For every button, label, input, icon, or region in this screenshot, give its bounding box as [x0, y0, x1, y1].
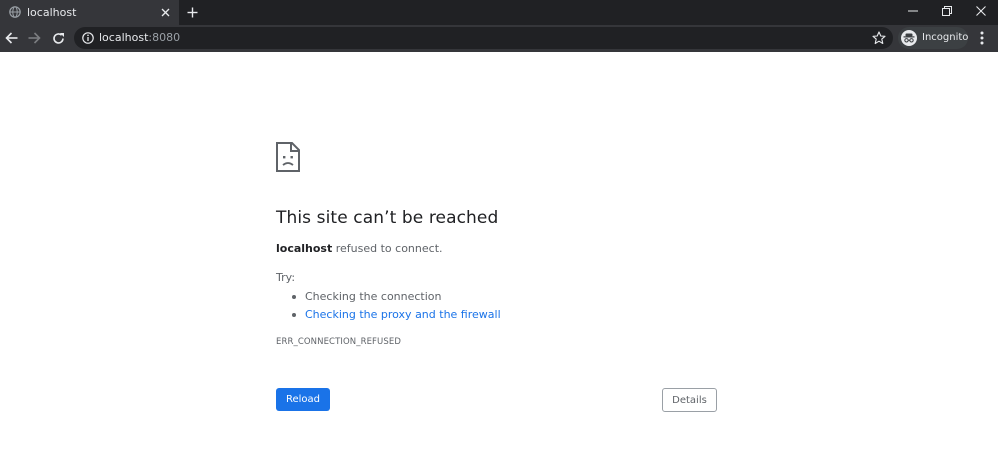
forward-button[interactable] — [23, 27, 45, 49]
suggestion-check-connection: Checking the connection — [292, 288, 501, 306]
suggestion-check-proxy-link[interactable]: Checking the proxy and the firewall — [292, 306, 501, 324]
url-port: :8080 — [148, 31, 181, 44]
plus-icon — [187, 7, 198, 18]
arrow-left-icon — [4, 32, 17, 44]
minimize-button[interactable] — [896, 0, 930, 22]
globe-icon — [9, 6, 21, 18]
tab-close-icon[interactable] — [159, 6, 171, 18]
sad-page-icon — [276, 142, 300, 172]
reload-button[interactable]: Reload — [276, 388, 330, 411]
details-button[interactable]: Details — [662, 388, 717, 412]
restore-button[interactable] — [930, 0, 964, 22]
new-tab-button[interactable] — [184, 4, 201, 21]
close-window-button[interactable] — [964, 0, 998, 22]
info-icon[interactable] — [82, 32, 94, 44]
tab-localhost[interactable]: localhost — [0, 0, 179, 25]
reload-page-button[interactable] — [47, 27, 69, 49]
star-icon[interactable] — [872, 31, 886, 45]
more-vert-icon — [980, 31, 984, 45]
error-title: This site can’t be reached — [276, 208, 499, 228]
incognito-icon — [901, 30, 917, 46]
suggestion-list: Checking the connection Checking the pro… — [292, 288, 501, 324]
error-description: localhost refused to connect. — [276, 242, 443, 255]
error-host: localhost — [276, 242, 333, 255]
error-description-text: refused to connect. — [332, 242, 443, 255]
close-icon — [976, 6, 986, 16]
toolbar: localhost:8080 Incognito — [0, 25, 998, 52]
url-text[interactable]: localhost:8080 — [99, 27, 180, 49]
tab-title: localhost — [27, 6, 77, 19]
error-code: ERR_CONNECTION_REFUSED — [276, 337, 401, 347]
incognito-profile-button[interactable]: Incognito — [898, 27, 968, 49]
arrow-right-icon — [28, 32, 41, 44]
error-page: This site can’t be reached localhost ref… — [276, 52, 736, 463]
incognito-label: Incognito — [922, 32, 969, 43]
try-label: Try: — [276, 271, 296, 284]
address-bar[interactable]: localhost:8080 — [74, 27, 893, 49]
reload-icon — [52, 32, 64, 44]
url-host: localhost — [99, 31, 149, 44]
browser-menu-button[interactable] — [974, 28, 990, 48]
back-button[interactable] — [0, 27, 22, 49]
tab-strip: localhost — [0, 0, 998, 25]
minimize-icon — [908, 10, 918, 12]
restore-icon — [942, 6, 952, 16]
